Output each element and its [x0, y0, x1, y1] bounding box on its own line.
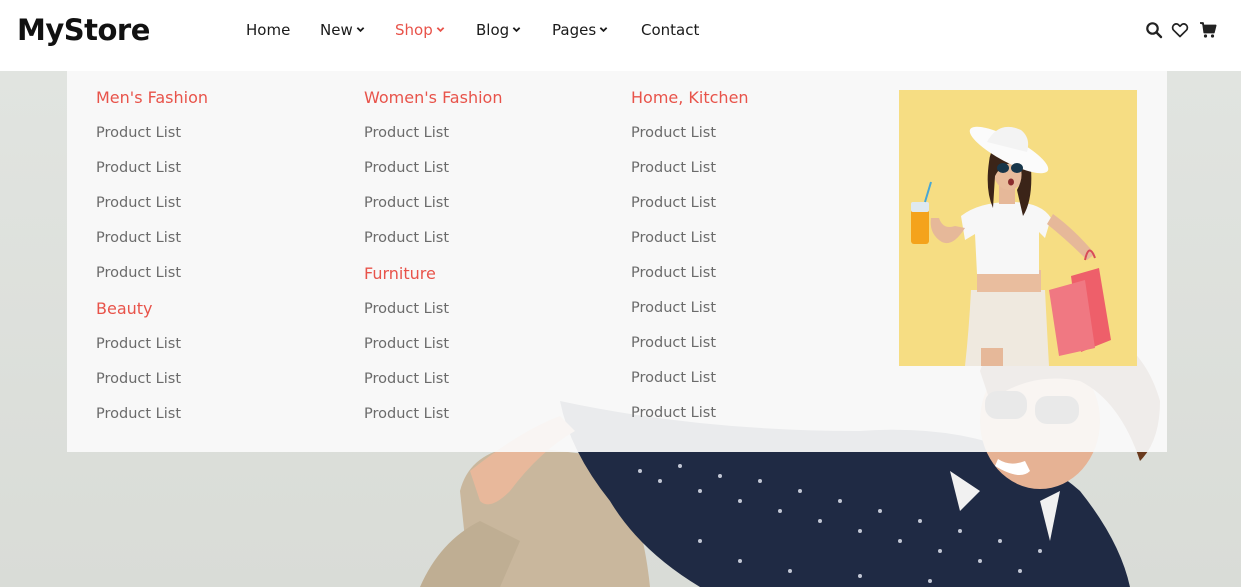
menu-link[interactable]: Product List: [96, 125, 181, 141]
menu-link[interactable]: Product List: [631, 405, 716, 421]
menu-heading-mens-fashion[interactable]: Men's Fashion: [96, 88, 208, 107]
menu-link[interactable]: Product List: [364, 301, 449, 317]
menu-link[interactable]: Product List: [631, 300, 716, 316]
shop-mega-menu: Men's Fashion Product List Product List …: [67, 61, 1167, 452]
nav-item-contact[interactable]: Contact: [641, 21, 699, 39]
nav-item-label: Pages: [552, 21, 597, 39]
menu-link[interactable]: Product List: [631, 230, 716, 246]
menu-link[interactable]: Product List: [631, 335, 716, 351]
menu-heading-beauty[interactable]: Beauty: [96, 299, 153, 318]
menu-link[interactable]: Product List: [364, 406, 449, 422]
chevron-down-icon: [356, 27, 365, 33]
woman-shopping-photo: [899, 90, 1137, 366]
nav-item-label: New: [320, 21, 353, 39]
nav-item-blog[interactable]: Blog: [476, 21, 521, 39]
menu-link[interactable]: Product List: [96, 195, 181, 211]
nav-item-pages[interactable]: Pages: [552, 21, 608, 39]
menu-link[interactable]: Product List: [96, 230, 181, 246]
menu-heading-home-kitchen[interactable]: Home, Kitchen: [631, 88, 749, 107]
menu-link[interactable]: Product List: [364, 160, 449, 176]
heart-icon[interactable]: [1171, 21, 1189, 39]
nav-item-shop[interactable]: Shop: [395, 21, 445, 39]
chevron-down-icon: [436, 27, 445, 33]
menu-link[interactable]: Product List: [631, 160, 716, 176]
menu-link[interactable]: Product List: [96, 336, 181, 352]
chevron-down-icon: [512, 27, 521, 33]
menu-link[interactable]: Product List: [631, 125, 716, 141]
nav-item-new[interactable]: New: [320, 21, 365, 39]
menu-link[interactable]: Product List: [96, 265, 181, 281]
search-icon[interactable]: [1145, 21, 1163, 39]
nav-item-label: Shop: [395, 21, 433, 39]
menu-heading-furniture[interactable]: Furniture: [364, 264, 436, 283]
menu-link[interactable]: Product List: [364, 371, 449, 387]
menu-link[interactable]: Product List: [631, 370, 716, 386]
menu-link[interactable]: Product List: [364, 195, 449, 211]
promo-image[interactable]: [899, 90, 1137, 366]
cart-icon[interactable]: [1199, 21, 1217, 39]
menu-link[interactable]: Product List: [364, 230, 449, 246]
menu-link[interactable]: Product List: [631, 265, 716, 281]
menu-link[interactable]: Product List: [364, 336, 449, 352]
store-logo[interactable]: MyStore: [17, 13, 150, 47]
menu-link[interactable]: Product List: [96, 371, 181, 387]
menu-heading-womens-fashion[interactable]: Women's Fashion: [364, 88, 502, 107]
menu-link[interactable]: Product List: [96, 160, 181, 176]
menu-link[interactable]: Product List: [364, 125, 449, 141]
nav-item-label: Contact: [641, 21, 700, 39]
nav-item-label: Blog: [476, 21, 510, 39]
menu-link[interactable]: Product List: [96, 406, 181, 422]
nav-item-home[interactable]: Home: [246, 21, 290, 39]
menu-link[interactable]: Product List: [631, 195, 716, 211]
site-header: MyStore Home New Shop Blog Pages Contact: [0, 0, 1241, 71]
nav-item-label: Home: [246, 21, 291, 39]
chevron-down-icon: [599, 27, 608, 33]
